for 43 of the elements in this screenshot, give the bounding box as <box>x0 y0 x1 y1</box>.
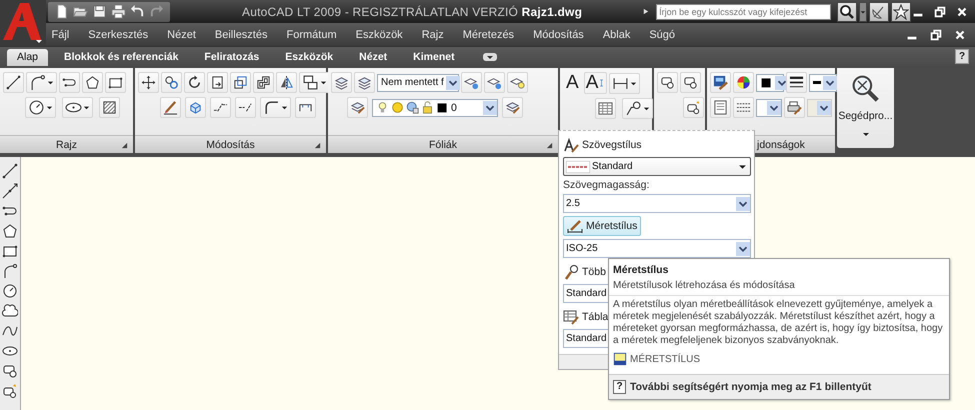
panel-title: Rajz <box>56 138 77 150</box>
ribbon-tab[interactable]: Kimenet <box>403 49 465 66</box>
style-dropdown[interactable]: Standard <box>563 157 751 176</box>
style-dropdown[interactable]: 2.5 <box>563 194 751 213</box>
ribbon-tab[interactable]: Feliratozás <box>194 49 270 66</box>
help-key-icon: ? <box>613 380 626 394</box>
ribbon-tab[interactable]: Nézet <box>349 49 398 66</box>
menu-item[interactable]: Beillesztés <box>205 28 277 40</box>
window-title: AutoCAD LT 2009 - REGISZTRÁLATLAN VERZIÓ Rajz1.dwg <box>242 4 582 18</box>
tooltip-description: A méretstílus olyan méretbeállítások elnevezett gyűjteménye, amelyek a méretek megjelenését szabályozzák. Méretstílust készíthet azért, hogy a méreteket gyorsan megformázhassa, de azért is, hogy így biztosítsa, hogy a méretek megfeleljenek bizonyos szabványoknak. <box>612 298 944 348</box>
field-label: Szövegmagasság: <box>563 179 650 191</box>
layer-state-dropdown[interactable]: Nem mentett f <box>377 74 459 92</box>
menu-item[interactable]: Súgó <box>640 28 685 40</box>
panel-title: jdonságok <box>757 138 805 150</box>
panel-title: Fóliák <box>428 138 457 150</box>
menu-item[interactable]: Eszközök <box>346 28 412 40</box>
menu-item[interactable]: Fájl <box>42 28 79 40</box>
section-title: Szövegstílus <box>582 139 642 151</box>
help-button[interactable]: ? <box>955 49 969 64</box>
ribbon-tab[interactable]: Alap <box>7 49 48 66</box>
menu-item[interactable]: Nézet <box>158 28 206 40</box>
ribbon-tab[interactable]: Blokkok és referenciák <box>54 49 188 66</box>
tooltip-summary: Méretstílusok létrehozása és módosítása <box>609 278 949 296</box>
layer-dropdown[interactable]: 0 <box>372 98 498 116</box>
menu-item[interactable]: Méretezés <box>453 28 524 40</box>
style-dropdown[interactable]: ISO-25 <box>563 239 751 258</box>
help-hint: További segítségért nyomja meg az F1 billentyűt <box>630 381 872 393</box>
menu-item[interactable]: Ablak <box>593 28 640 40</box>
section-title: Több <box>582 266 606 278</box>
search-field[interactable]: Írjon be egy kulcsszót vagy kifejezést <box>656 4 831 20</box>
menu-item[interactable]: Formátum <box>276 28 346 40</box>
utilities-button[interactable]: Segédpro... <box>838 74 893 122</box>
dimension-style-button[interactable]: Méretstílus <box>563 216 641 236</box>
menu-item[interactable]: Módosítás <box>524 28 594 40</box>
section-title: Tábla <box>582 311 608 323</box>
text-button[interactable]: A <box>563 72 582 94</box>
menu-item[interactable]: Szerkesztés <box>78 28 158 40</box>
menu-item[interactable]: Rajz <box>412 28 454 40</box>
ribbon-tab[interactable]: Eszközök <box>275 49 344 66</box>
panel-title: Módosítás <box>206 138 255 150</box>
tooltip-title: Méretstílus <box>612 263 670 278</box>
command-name: MÉRETSTÍLUS <box>630 354 700 364</box>
text-button[interactable]: A <box>584 72 608 94</box>
